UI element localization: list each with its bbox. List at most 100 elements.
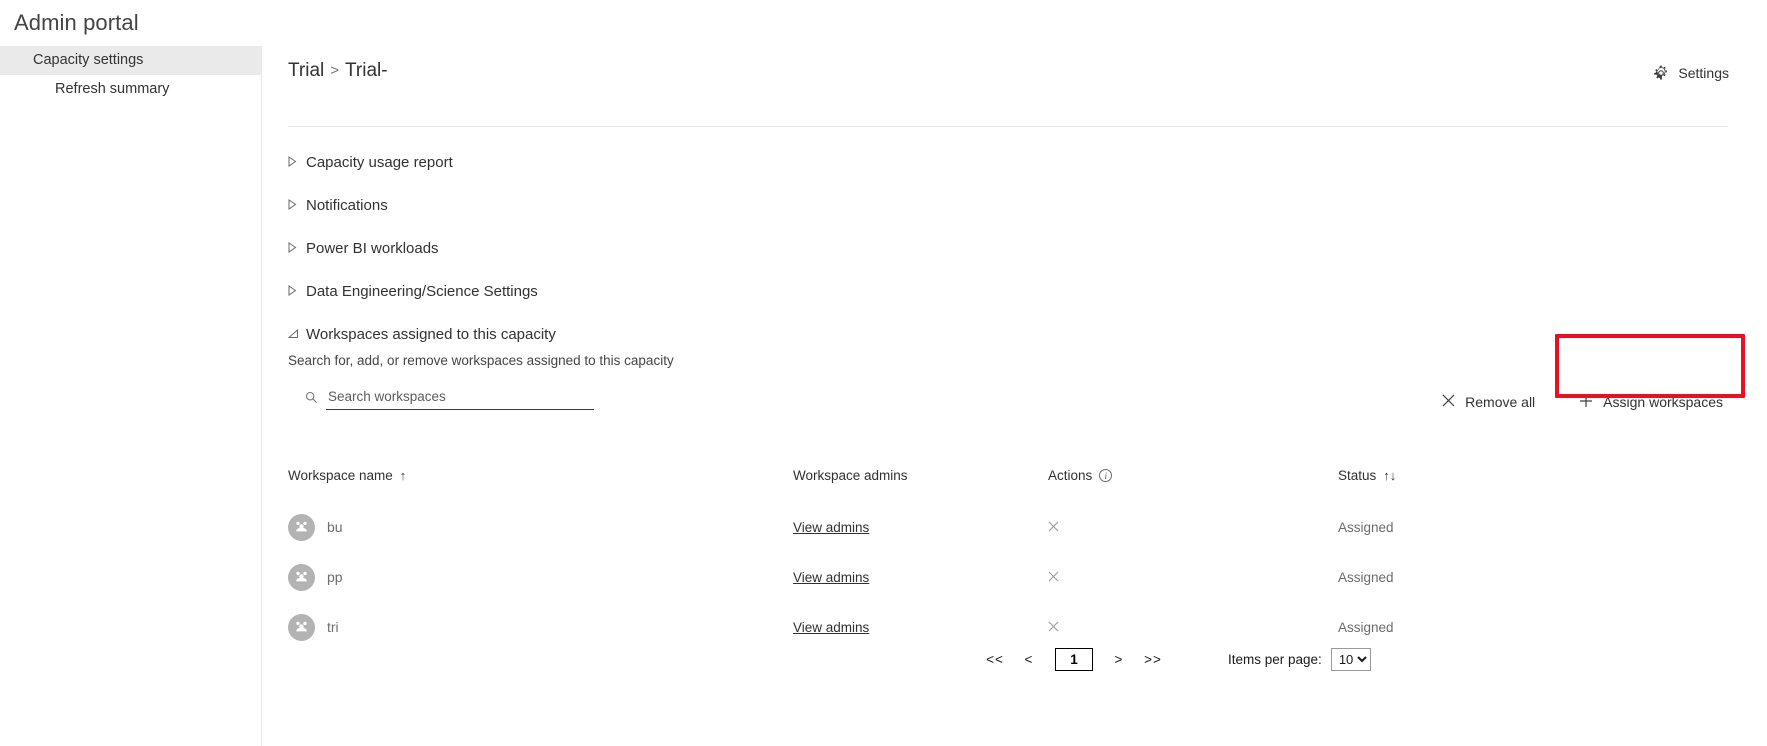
cell-status: Assigned: [1338, 520, 1638, 535]
sidebar-item-label: Capacity settings: [33, 52, 144, 68]
column-label-wrap: Workspace admins: [793, 468, 908, 483]
breadcrumb-separator: >: [330, 62, 340, 79]
page-title: Admin portal: [14, 10, 139, 35]
search-container: [304, 386, 594, 410]
chevron-down-icon: [287, 328, 302, 341]
items-per-page-select[interactable]: 10: [1330, 647, 1371, 671]
cell-actions: [1048, 569, 1338, 586]
section-data-engineering-science-settings[interactable]: Data Engineering/Science Settings: [262, 270, 1767, 313]
remove-all-button[interactable]: Remove all: [1428, 384, 1549, 420]
content-header: Trial > Trial- Settings: [262, 46, 1767, 108]
search-icon: [304, 390, 318, 410]
cell-status: Assigned: [1338, 570, 1638, 585]
assign-workspaces-label: Assign workspaces: [1603, 394, 1723, 410]
remove-all-label: Remove all: [1465, 394, 1536, 410]
workspaces-description: Search for, add, or remove workspaces as…: [288, 353, 674, 368]
table-row: bu View admins Assigned: [288, 502, 1738, 552]
sort-toggle-icon: ↑↓: [1383, 467, 1397, 483]
remove-workspace-icon[interactable]: [1048, 519, 1068, 536]
first-page-button[interactable]: <<: [978, 646, 1012, 672]
section-label: Capacity usage report: [306, 154, 453, 171]
sidebar: Capacity settings Refresh summary: [0, 46, 262, 746]
group-icon: [288, 613, 315, 641]
items-per-page-label: Items per page:: [1228, 651, 1322, 667]
workspaces-section-body: Search for, add, or remove workspaces as…: [262, 353, 1767, 437]
status-badge: Assigned: [1338, 619, 1394, 635]
cell-workspace-admins: View admins: [793, 520, 1048, 535]
workspace-name-text: tri: [327, 619, 339, 635]
status-badge: Assigned: [1338, 569, 1394, 585]
group-icon: [288, 563, 315, 591]
remove-workspace-icon[interactable]: [1048, 569, 1068, 586]
table-row: tri View admins Assigned: [288, 602, 1738, 652]
chevron-right-icon: [288, 199, 302, 212]
pagination: << < 1 > >> Items per page: 10: [288, 646, 1738, 672]
workspace-name-text: bu: [327, 519, 343, 535]
view-admins-link[interactable]: View admins: [793, 620, 869, 635]
sidebar-item-label: Refresh summary: [55, 81, 170, 97]
sort-status[interactable]: Status ↑↓: [1338, 468, 1396, 483]
breadcrumb-root[interactable]: Trial: [288, 60, 324, 81]
settings-sections: Capacity usage report Notifications Powe…: [262, 141, 1767, 437]
breadcrumb-current: Trial-: [345, 60, 388, 81]
settings-button[interactable]: Settings: [1653, 65, 1729, 81]
sort-ascending-icon: ↑: [399, 467, 407, 483]
workspaces-table: Workspace name ↑ Workspace admins Action…: [288, 458, 1738, 652]
close-icon: [1442, 394, 1455, 410]
column-label: Status: [1338, 467, 1377, 483]
gear-icon: [1653, 65, 1669, 81]
sidebar-item-capacity-settings[interactable]: Capacity settings: [0, 46, 262, 75]
section-label: Workspaces assigned to this capacity: [306, 326, 556, 343]
column-header-workspace-admins: Workspace admins: [793, 468, 1048, 483]
cell-status: Assigned: [1338, 620, 1638, 635]
column-header-actions: Actions i: [1048, 468, 1338, 483]
last-page-button[interactable]: >>: [1136, 646, 1170, 672]
column-label: Workspace name: [288, 467, 393, 483]
cell-actions: [1048, 519, 1338, 536]
sidebar-item-refresh-summary[interactable]: Refresh summary: [0, 75, 261, 104]
workspaces-command-row: Remove all Assign workspaces: [288, 379, 1767, 437]
section-label: Data Engineering/Science Settings: [306, 283, 538, 300]
main-content: Trial > Trial- Settings Capacity usage rep…: [262, 46, 1767, 746]
column-label-wrap: Actions i: [1048, 467, 1113, 483]
info-icon[interactable]: i: [1099, 468, 1113, 482]
section-capacity-usage-report[interactable]: Capacity usage report: [262, 141, 1767, 184]
workspace-commands: Remove all Assign workspaces: [1428, 384, 1745, 420]
chevron-right-icon: [288, 242, 302, 255]
breadcrumb: Trial > Trial-: [288, 60, 388, 82]
column-header-status: Status ↑↓: [1338, 468, 1638, 483]
search-input[interactable]: [326, 386, 594, 410]
header-divider: [288, 126, 1728, 127]
group-icon: [288, 513, 315, 541]
chevron-right-icon: [288, 156, 302, 169]
chevron-right-icon: [288, 285, 302, 298]
cell-workspace-admins: View admins: [793, 620, 1048, 635]
column-label: Actions: [1048, 467, 1093, 483]
table-row: pp View admins Assigned: [288, 552, 1738, 602]
column-header-workspace-name: Workspace name ↑: [288, 468, 793, 483]
section-label: Notifications: [306, 197, 388, 214]
settings-label: Settings: [1678, 65, 1729, 81]
cell-workspace-admins: View admins: [793, 570, 1048, 585]
assign-workspaces-button[interactable]: Assign workspaces: [1561, 384, 1745, 420]
workspace-name-text: pp: [327, 569, 343, 585]
cell-workspace-name: tri: [288, 613, 793, 641]
status-badge: Assigned: [1338, 519, 1394, 535]
next-page-button[interactable]: >: [1102, 646, 1136, 672]
view-admins-link[interactable]: View admins: [793, 570, 869, 585]
cell-actions: [1048, 619, 1338, 636]
previous-page-button[interactable]: <: [1012, 646, 1046, 672]
view-admins-link[interactable]: View admins: [793, 520, 869, 535]
table-header-row: Workspace name ↑ Workspace admins Action…: [288, 458, 1738, 492]
section-notifications[interactable]: Notifications: [262, 184, 1767, 227]
current-page-indicator[interactable]: 1: [1055, 647, 1093, 671]
column-label: Workspace admins: [793, 467, 908, 483]
section-workspaces-assigned[interactable]: Workspaces assigned to this capacity: [262, 313, 1767, 356]
remove-workspace-icon[interactable]: [1048, 619, 1068, 636]
sort-workspace-name[interactable]: Workspace name ↑: [288, 468, 406, 483]
section-power-bi-workloads[interactable]: Power BI workloads: [262, 227, 1767, 270]
plus-icon: [1579, 394, 1593, 411]
cell-workspace-name: pp: [288, 563, 793, 591]
cell-workspace-name: bu: [288, 513, 793, 541]
section-label: Power BI workloads: [306, 240, 439, 257]
